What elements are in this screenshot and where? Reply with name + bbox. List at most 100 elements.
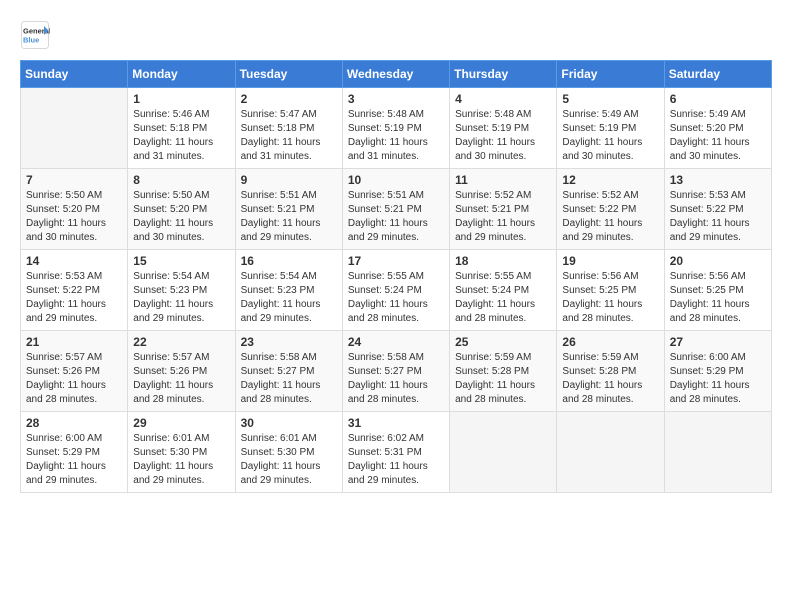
calendar-week-4: 21 Sunrise: 5:57 AMSunset: 5:26 PMDayligh… — [21, 331, 772, 412]
day-number: 30 — [241, 416, 337, 430]
calendar-cell — [557, 412, 664, 493]
day-number: 7 — [26, 173, 122, 187]
day-number: 20 — [670, 254, 766, 268]
day-header-monday: Monday — [128, 61, 235, 88]
day-info: Sunrise: 5:58 AMSunset: 5:27 PMDaylight:… — [241, 351, 337, 407]
calendar-week-1: 1 Sunrise: 5:46 AMSunset: 5:18 PMDaylight… — [21, 88, 772, 169]
calendar-cell — [664, 412, 771, 493]
day-info: Sunrise: 5:50 AMSunset: 5:20 PMDaylight:… — [26, 189, 122, 245]
day-info: Sunrise: 6:02 AMSunset: 5:31 PMDaylight:… — [348, 432, 444, 488]
calendar-cell: 25Sunrise: 5:59 AMSunset: 5:28 PMDayligh… — [450, 331, 557, 412]
day-info: Sunrise: 6:00 AMSunset: 5:29 PMDaylight:… — [670, 351, 766, 407]
calendar-cell: 11 Sunrise: 5:52 AMSunset: 5:21 PMDayligh… — [450, 169, 557, 250]
calendar-week-2: 7 Sunrise: 5:50 AMSunset: 5:20 PMDaylight… — [21, 169, 772, 250]
day-number: 9 — [241, 173, 337, 187]
calendar-cell: 8 Sunrise: 5:50 AMSunset: 5:20 PMDaylight… — [128, 169, 235, 250]
day-info: Sunrise: 5:50 AMSunset: 5:20 PMDaylight:… — [133, 189, 229, 245]
day-number: 14 — [26, 254, 122, 268]
calendar-cell — [21, 88, 128, 169]
calendar-cell: 18 Sunrise: 5:55 AMSunset: 5:24 PMDayligh… — [450, 250, 557, 331]
calendar-cell: 17 Sunrise: 5:55 AMSunset: 5:24 PMDayligh… — [342, 250, 449, 331]
day-info: Sunrise: 5:56 AMSunset: 5:25 PMDaylight:… — [562, 270, 658, 326]
day-info: Sunrise: 5:46 AMSunset: 5:18 PMDaylight:… — [133, 108, 229, 164]
calendar-cell: 19 Sunrise: 5:56 AMSunset: 5:25 PMDayligh… — [557, 250, 664, 331]
day-number: 5 — [562, 92, 658, 106]
svg-text:Blue: Blue — [23, 36, 39, 45]
header: General Blue — [20, 20, 772, 50]
day-info: Sunrise: 5:55 AMSunset: 5:24 PMDaylight:… — [348, 270, 444, 326]
calendar-cell: 9 Sunrise: 5:51 AMSunset: 5:21 PMDaylight… — [235, 169, 342, 250]
calendar-cell: 30 Sunrise: 6:01 AMSunset: 5:30 PMDayligh… — [235, 412, 342, 493]
day-info: Sunrise: 5:52 AMSunset: 5:21 PMDaylight:… — [455, 189, 551, 245]
day-number: 2 — [241, 92, 337, 106]
day-number: 18 — [455, 254, 551, 268]
day-number: 12 — [562, 173, 658, 187]
day-number: 16 — [241, 254, 337, 268]
day-info: Sunrise: 5:48 AMSunset: 5:19 PMDaylight:… — [348, 108, 444, 164]
calendar: SundayMondayTuesdayWednesdayThursdayFrid… — [20, 60, 772, 493]
calendar-cell: 31 Sunrise: 6:02 AMSunset: 5:31 PMDayligh… — [342, 412, 449, 493]
day-number: 15 — [133, 254, 229, 268]
day-number: 31 — [348, 416, 444, 430]
day-info: Sunrise: 5:53 AMSunset: 5:22 PMDaylight:… — [26, 270, 122, 326]
day-number: 6 — [670, 92, 766, 106]
day-number: 10 — [348, 173, 444, 187]
day-info: Sunrise: 5:56 AMSunset: 5:25 PMDaylight:… — [670, 270, 766, 326]
calendar-cell: 7 Sunrise: 5:50 AMSunset: 5:20 PMDaylight… — [21, 169, 128, 250]
day-header-thursday: Thursday — [450, 61, 557, 88]
day-info: Sunrise: 5:51 AMSunset: 5:21 PMDaylight:… — [241, 189, 337, 245]
day-number: 17 — [348, 254, 444, 268]
calendar-cell: 20 Sunrise: 5:56 AMSunset: 5:25 PMDayligh… — [664, 250, 771, 331]
logo: General Blue — [20, 20, 54, 50]
calendar-week-3: 14 Sunrise: 5:53 AMSunset: 5:22 PMDayligh… — [21, 250, 772, 331]
day-info: Sunrise: 6:01 AMSunset: 5:30 PMDaylight:… — [241, 432, 337, 488]
calendar-cell: 22 Sunrise: 5:57 AMSunset: 5:26 PMDayligh… — [128, 331, 235, 412]
calendar-cell: 12 Sunrise: 5:52 AMSunset: 5:22 PMDayligh… — [557, 169, 664, 250]
day-info: Sunrise: 5:49 AMSunset: 5:20 PMDaylight:… — [670, 108, 766, 164]
day-header-saturday: Saturday — [664, 61, 771, 88]
day-number: 3 — [348, 92, 444, 106]
day-info: Sunrise: 5:54 AMSunset: 5:23 PMDaylight:… — [241, 270, 337, 326]
day-number: 28 — [26, 416, 122, 430]
day-info: Sunrise: 5:52 AMSunset: 5:22 PMDaylight:… — [562, 189, 658, 245]
day-info: Sunrise: 5:55 AMSunset: 5:24 PMDaylight:… — [455, 270, 551, 326]
calendar-cell: 28Sunrise: 6:00 AMSunset: 5:29 PMDayligh… — [21, 412, 128, 493]
day-info: Sunrise: 5:49 AMSunset: 5:19 PMDaylight:… — [562, 108, 658, 164]
day-number: 21 — [26, 335, 122, 349]
day-info: Sunrise: 5:54 AMSunset: 5:23 PMDaylight:… — [133, 270, 229, 326]
calendar-cell: 6 Sunrise: 5:49 AMSunset: 5:20 PMDaylight… — [664, 88, 771, 169]
calendar-cell: 24Sunrise: 5:58 AMSunset: 5:27 PMDayligh… — [342, 331, 449, 412]
day-info: Sunrise: 5:51 AMSunset: 5:21 PMDaylight:… — [348, 189, 444, 245]
calendar-cell: 29Sunrise: 6:01 AMSunset: 5:30 PMDayligh… — [128, 412, 235, 493]
day-number: 11 — [455, 173, 551, 187]
day-number: 26 — [562, 335, 658, 349]
calendar-cell: 21Sunrise: 5:57 AMSunset: 5:26 PMDayligh… — [21, 331, 128, 412]
day-number: 24 — [348, 335, 444, 349]
day-number: 22 — [133, 335, 229, 349]
calendar-cell: 5 Sunrise: 5:49 AMSunset: 5:19 PMDaylight… — [557, 88, 664, 169]
day-header-sunday: Sunday — [21, 61, 128, 88]
calendar-week-5: 28Sunrise: 6:00 AMSunset: 5:29 PMDayligh… — [21, 412, 772, 493]
day-number: 25 — [455, 335, 551, 349]
calendar-cell: 26 Sunrise: 5:59 AMSunset: 5:28 PMDayligh… — [557, 331, 664, 412]
calendar-cell: 23Sunrise: 5:58 AMSunset: 5:27 PMDayligh… — [235, 331, 342, 412]
calendar-cell: 27 Sunrise: 6:00 AMSunset: 5:29 PMDayligh… — [664, 331, 771, 412]
calendar-cell: 13 Sunrise: 5:53 AMSunset: 5:22 PMDayligh… — [664, 169, 771, 250]
calendar-cell: 4Sunrise: 5:48 AMSunset: 5:19 PMDaylight… — [450, 88, 557, 169]
day-number: 13 — [670, 173, 766, 187]
calendar-cell: 10 Sunrise: 5:51 AMSunset: 5:21 PMDayligh… — [342, 169, 449, 250]
day-info: Sunrise: 5:59 AMSunset: 5:28 PMDaylight:… — [562, 351, 658, 407]
calendar-cell: 16 Sunrise: 5:54 AMSunset: 5:23 PMDayligh… — [235, 250, 342, 331]
day-info: Sunrise: 5:53 AMSunset: 5:22 PMDaylight:… — [670, 189, 766, 245]
calendar-header-row: SundayMondayTuesdayWednesdayThursdayFrid… — [21, 61, 772, 88]
calendar-cell: 3 Sunrise: 5:48 AMSunset: 5:19 PMDaylight… — [342, 88, 449, 169]
day-info: Sunrise: 5:47 AMSunset: 5:18 PMDaylight:… — [241, 108, 337, 164]
calendar-cell: 14 Sunrise: 5:53 AMSunset: 5:22 PMDayligh… — [21, 250, 128, 331]
day-number: 8 — [133, 173, 229, 187]
day-number: 19 — [562, 254, 658, 268]
day-number: 29 — [133, 416, 229, 430]
day-number: 1 — [133, 92, 229, 106]
day-number: 27 — [670, 335, 766, 349]
day-info: Sunrise: 5:57 AMSunset: 5:26 PMDaylight:… — [133, 351, 229, 407]
day-number: 4 — [455, 92, 551, 106]
